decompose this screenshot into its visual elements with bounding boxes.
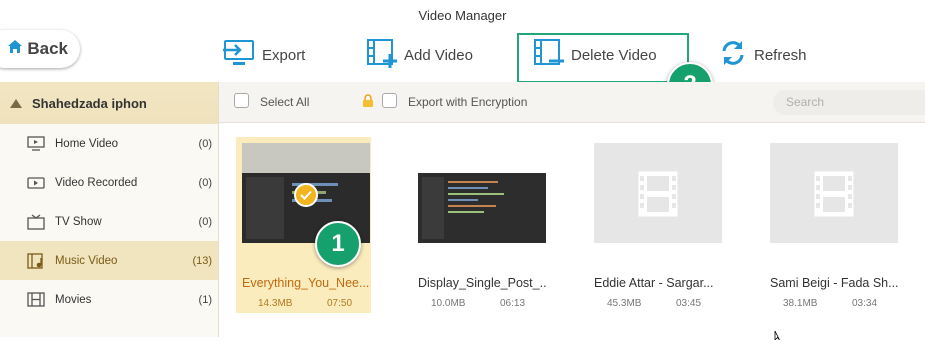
sidebar-item-tv-show[interactable]: TV Show (0)	[0, 202, 218, 241]
movies-icon	[26, 292, 46, 308]
sidebar-item-count: (13)	[192, 254, 212, 267]
video-item[interactable]: Display_Single_Post_... 10.0MB 06:13	[412, 137, 547, 313]
search-input[interactable]: Search	[773, 90, 925, 115]
select-all-label: Select All	[260, 95, 310, 109]
home-icon	[7, 39, 23, 59]
video-name: Display_Single_Post_...	[418, 276, 546, 290]
device-header[interactable]: Shahedzada iphon	[0, 82, 218, 124]
sidebar-item-count: (0)	[198, 176, 212, 189]
export-encryption-label: Export with Encryption	[408, 95, 528, 109]
export-button[interactable]: Export	[222, 38, 305, 72]
add-video-icon	[366, 38, 404, 72]
video-thumbnail	[594, 143, 722, 243]
export-encryption-checkbox[interactable]	[382, 93, 397, 108]
video-thumbnail	[770, 143, 898, 243]
add-video-label: Add Video	[404, 46, 473, 64]
back-button[interactable]: Back	[0, 30, 80, 68]
video-item[interactable]: Eddie Attar - Sargar... 45.3MB 03:45	[588, 137, 723, 313]
export-label: Export	[262, 46, 306, 64]
sidebar-item-label: Movies	[55, 293, 92, 306]
video-name: Everything_You_Nee...	[242, 276, 370, 290]
device-name: Shahedzada iphon	[32, 95, 147, 111]
video-size: 14.3MB	[258, 298, 293, 309]
film-icon	[638, 171, 678, 217]
sidebar-item-count: (0)	[198, 137, 212, 150]
back-label: Back	[27, 39, 68, 58]
sidebar-item-label: TV Show	[55, 215, 102, 228]
mouse-cursor-icon	[774, 327, 784, 345]
music-video-icon	[26, 252, 46, 269]
sidebar: Shahedzada iphon Home Video (0) Video Re…	[0, 82, 219, 337]
sidebar-item-home-video[interactable]: Home Video (0)	[0, 124, 218, 163]
sidebar-item-label: Home Video	[55, 137, 119, 150]
film-icon	[814, 171, 854, 217]
check-icon	[294, 183, 318, 207]
add-video-button[interactable]: Add Video	[366, 38, 473, 72]
sidebar-item-label: Music Video	[55, 254, 118, 267]
list-toolbar: Select All Export with Encryption Search	[219, 82, 925, 123]
refresh-button[interactable]: Refresh	[718, 38, 807, 72]
select-all-checkbox[interactable]	[234, 93, 249, 108]
sidebar-item-music-video[interactable]: Music Video (13)	[0, 241, 218, 280]
sidebar-item-movies[interactable]: Movies (1)	[0, 280, 218, 319]
eject-icon	[10, 98, 22, 108]
tv-show-icon	[26, 213, 46, 230]
delete-video-highlight	[517, 33, 689, 83]
video-duration: 03:34	[852, 298, 878, 309]
video-duration: 06:13	[500, 298, 526, 309]
sidebar-item-count: (0)	[198, 215, 212, 228]
home-video-icon	[26, 136, 46, 152]
video-name: Eddie Attar - Sargar...	[594, 276, 714, 290]
video-duration: 03:45	[676, 298, 702, 309]
video-size: 45.3MB	[607, 298, 642, 309]
video-thumbnail	[418, 143, 546, 243]
refresh-icon	[718, 38, 754, 72]
video-duration: 07:50	[327, 298, 353, 309]
window-title: Video Manager	[418, 8, 507, 23]
video-recorded-icon	[26, 175, 46, 191]
sidebar-item-video-recorded[interactable]: Video Recorded (0)	[0, 163, 218, 202]
video-size: 10.0MB	[431, 298, 466, 309]
step-1-badge: 1	[315, 221, 361, 267]
export-icon	[222, 38, 262, 72]
refresh-label: Refresh	[754, 46, 807, 64]
video-item[interactable]: Sami Beigi - Fada Sh... 38.1MB 03:34	[764, 137, 899, 313]
video-list-panel: Select All Export with Encryption Search…	[219, 82, 925, 337]
lock-icon	[362, 94, 374, 113]
video-name: Sami Beigi - Fada Sh...	[770, 276, 898, 290]
sidebar-item-label: Video Recorded	[55, 176, 138, 189]
sidebar-item-count: (1)	[198, 293, 212, 306]
video-size: 38.1MB	[783, 298, 818, 309]
